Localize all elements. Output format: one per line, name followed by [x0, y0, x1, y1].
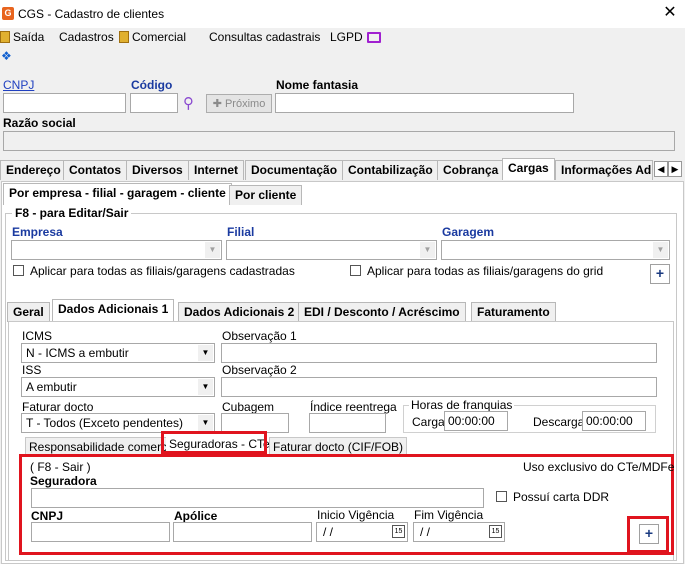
tab-internet[interactable]: Internet	[188, 160, 245, 180]
highlight-seguradoras-tab	[161, 431, 267, 454]
cubagem-input[interactable]	[221, 413, 289, 433]
codigo-label: Código	[131, 78, 173, 92]
cnpj-seguradora-input[interactable]	[31, 522, 170, 542]
icms-select[interactable]: N - ICMS a embutir ▼	[21, 343, 215, 363]
chevron-down-icon[interactable]: ▼	[420, 242, 435, 258]
tab-cargas[interactable]: Cargas	[502, 158, 555, 180]
razao-social-input[interactable]	[3, 131, 675, 151]
window-title: CGS - Cadastro de clientes	[18, 7, 165, 21]
uso-exclusivo-label: Uso exclusivo do CTe/MDFe	[523, 460, 675, 474]
chevron-down-icon[interactable]: ▼	[198, 415, 213, 431]
tab-contabilizacao[interactable]: Contabilização	[342, 160, 439, 180]
icms-label: ICMS	[22, 329, 52, 343]
close-button[interactable]: ✕	[660, 3, 680, 23]
apolice-label: Apólice	[174, 509, 218, 523]
inicio-vigencia-label: Inicio Vigência	[317, 508, 395, 522]
calendar-icon[interactable]: 15	[489, 525, 502, 538]
aplicar-grid-checkbox[interactable]: Aplicar para todas as filiais/garagens d…	[350, 264, 603, 278]
tab-cobranca[interactable]: Cobrança	[437, 160, 505, 180]
observacao-1-input[interactable]	[221, 343, 657, 363]
faturar-docto-select[interactable]: T - Todos (Exceto pendentes) ▼	[21, 413, 215, 433]
codigo-input[interactable]	[130, 93, 178, 113]
carga-label: Carga	[412, 415, 445, 429]
razao-social-label: Razão social	[3, 116, 76, 130]
observacao-1-label: Observação 1	[222, 329, 297, 343]
observacao-2-label: Observação 2	[222, 363, 297, 377]
seguradora-input[interactable]	[31, 488, 484, 508]
cnpj-label[interactable]: CNPJ	[3, 78, 34, 92]
possui-carta-ddr-checkbox[interactable]: Possuí carta DDR	[496, 490, 609, 504]
exit-icon	[0, 31, 10, 43]
filial-select[interactable]: ▼	[226, 240, 437, 260]
fim-vigencia-input[interactable]: / /15	[413, 522, 505, 542]
tab-edi-desconto[interactable]: EDI / Desconto / Acréscimo	[298, 302, 466, 322]
iss-label: ISS	[22, 363, 42, 377]
main-tabs: Endereço Contatos Diversos Internet Docu…	[0, 158, 685, 182]
cnpj-seguradora-label: CNPJ	[31, 509, 64, 523]
menu-cadastros[interactable]: Cadastros	[59, 30, 114, 44]
tab-por-empresa[interactable]: Por empresa - filial - garagem - cliente	[3, 183, 232, 205]
tab-informacoes-adicionais[interactable]: Informações Adi	[555, 160, 653, 180]
empresa-label: Empresa	[12, 225, 63, 239]
chevron-down-icon[interactable]: ▼	[205, 242, 220, 258]
chevron-down-icon[interactable]: ▼	[198, 379, 213, 395]
menu-comercial[interactable]: Comercial	[119, 30, 186, 44]
tab-dados-adicionais-1[interactable]: Dados Adicionais 1	[52, 299, 175, 321]
tab-geral[interactable]: Geral	[7, 302, 50, 322]
tab-scroller[interactable]: ◀ ▶	[654, 161, 682, 177]
menu-saida[interactable]: Saída	[0, 30, 44, 44]
seguradora-label: Seguradora	[30, 474, 97, 488]
descarga-input[interactable]: 00:00:00	[582, 411, 646, 431]
chevron-down-icon[interactable]: ▼	[198, 345, 213, 361]
checkbox-box[interactable]	[350, 265, 361, 276]
coins-icon	[119, 31, 129, 43]
menu-lgpd[interactable]: LGPD	[330, 30, 381, 44]
tab-faturamento[interactable]: Faturamento	[471, 302, 556, 322]
horas-franquias-label: Horas de franquias	[409, 398, 515, 412]
tab-por-cliente[interactable]: Por cliente	[229, 185, 303, 205]
group-title: F8 - para Editar/Sair	[12, 206, 132, 220]
monitor-icon	[366, 32, 381, 43]
search-icon[interactable]: ⚲	[183, 94, 194, 112]
checkbox-box[interactable]	[496, 491, 507, 502]
cubagem-label: Cubagem	[222, 400, 275, 414]
garagem-label: Garagem	[442, 225, 495, 239]
apolice-input[interactable]	[173, 522, 312, 542]
descarga-label: Descarga	[533, 415, 585, 429]
proximo-button[interactable]: ✚ Próximo	[206, 94, 272, 113]
app-logo-icon: G	[2, 7, 14, 20]
menu-consultas[interactable]: Consultas cadastrais	[209, 30, 320, 44]
faturar-docto-label: Faturar docto	[22, 400, 94, 414]
scroll-left-icon[interactable]: ◀	[654, 161, 668, 177]
tab-dados-adicionais-2[interactable]: Dados Adicionais 2	[178, 302, 301, 322]
tab-contatos[interactable]: Contatos	[63, 160, 127, 180]
garagem-select[interactable]: ▼	[441, 240, 670, 260]
nome-fantasia-label: Nome fantasia	[276, 78, 359, 92]
indice-reentrega-label: Índice reentrega	[310, 400, 397, 414]
tab-endereco[interactable]: Endereço	[0, 160, 67, 180]
scroll-right-icon[interactable]: ▶	[668, 161, 682, 177]
carga-input[interactable]: 00:00:00	[444, 411, 508, 431]
chevron-down-icon[interactable]: ▼	[653, 242, 668, 258]
inicio-vigencia-input[interactable]: / /15	[316, 522, 408, 542]
fim-vigencia-label: Fim Vigência	[414, 508, 484, 522]
f8-sair-label: ( F8 - Sair )	[30, 460, 91, 474]
empresa-select[interactable]: ▼	[11, 240, 222, 260]
navigate-icon[interactable]: ❖	[1, 49, 12, 63]
aplicar-filiais-checkbox[interactable]: Aplicar para todas as filiais/garagens c…	[13, 264, 295, 278]
tab-documentacao[interactable]: Documentação	[245, 160, 344, 180]
indice-reentrega-input[interactable]	[309, 413, 386, 433]
nome-fantasia-input[interactable]	[275, 93, 574, 113]
checkbox-box[interactable]	[13, 265, 24, 276]
add-button[interactable]: +	[650, 264, 670, 284]
tab-diversos[interactable]: Diversos	[126, 160, 189, 180]
iss-select[interactable]: A embutir ▼	[21, 377, 215, 397]
filial-label: Filial	[227, 225, 255, 239]
observacao-2-input[interactable]	[221, 377, 657, 397]
cnpj-input[interactable]	[3, 93, 126, 113]
calendar-icon[interactable]: 15	[392, 525, 405, 538]
add-seguradora-button[interactable]: +	[639, 524, 659, 544]
